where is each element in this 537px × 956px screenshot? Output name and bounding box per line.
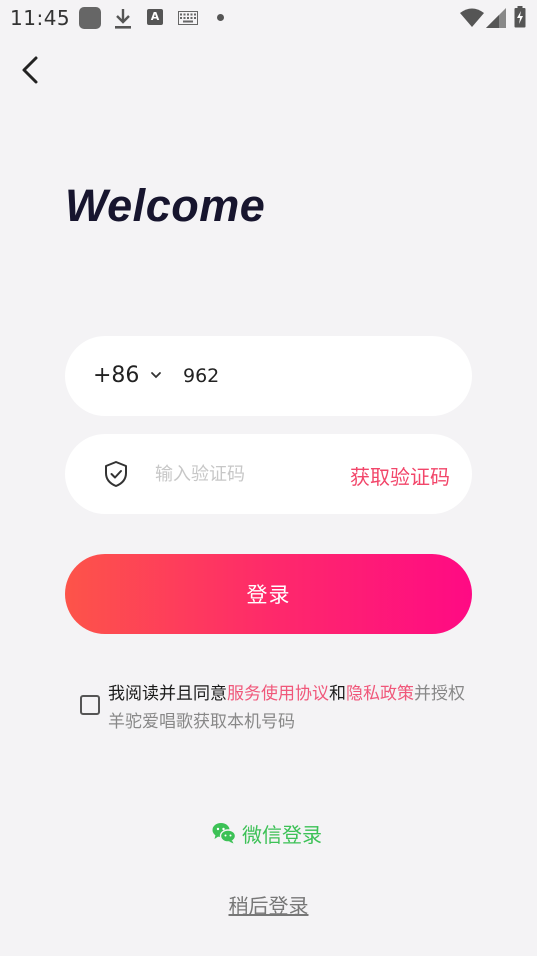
- verification-code-input[interactable]: [155, 456, 335, 492]
- wifi-icon: [460, 8, 484, 27]
- country-code-selector[interactable]: +86: [93, 363, 139, 388]
- agreement-and: 和: [329, 684, 346, 704]
- agreement-text: 我阅读并且同意服务使用协议和隐私政策并授权羊驼爱唱歌获取本机号码: [108, 680, 478, 736]
- chevron-down-icon[interactable]: [149, 369, 163, 381]
- status-time: 11:45: [10, 6, 71, 30]
- chevron-left-icon: [22, 56, 38, 84]
- download-icon: [115, 9, 131, 29]
- back-button[interactable]: [14, 52, 50, 88]
- signal-icon: [486, 8, 506, 28]
- a-icon: A: [147, 9, 163, 25]
- wechat-login-label: 微信登录: [242, 822, 322, 847]
- battery-charging-icon: [514, 6, 526, 28]
- agreement-prefix: 我阅读并且同意: [108, 684, 227, 704]
- code-field: 获取验证码: [65, 434, 472, 514]
- later-login-container: 稍后登录: [0, 890, 537, 919]
- dot-icon: [217, 14, 224, 21]
- phone-input[interactable]: [183, 358, 443, 394]
- wechat-icon: [212, 823, 236, 844]
- status-bar: 11:45 A: [0, 0, 537, 36]
- login-button[interactable]: 登录: [65, 554, 472, 634]
- terms-link[interactable]: 服务使用协议: [227, 684, 329, 704]
- wechat-login-button[interactable]: 微信登录: [212, 818, 322, 848]
- shield-check-icon: [105, 461, 127, 487]
- agreement-checkbox[interactable]: [80, 695, 100, 715]
- later-login-link[interactable]: 稍后登录: [229, 894, 309, 918]
- privacy-link[interactable]: 隐私政策: [346, 684, 414, 704]
- keyboard-icon: [178, 11, 198, 25]
- welcome-title: Welcome: [65, 180, 266, 231]
- get-code-button[interactable]: 获取验证码: [350, 461, 450, 490]
- phone-field: +86: [65, 336, 472, 416]
- app-notification-icon: [79, 7, 101, 29]
